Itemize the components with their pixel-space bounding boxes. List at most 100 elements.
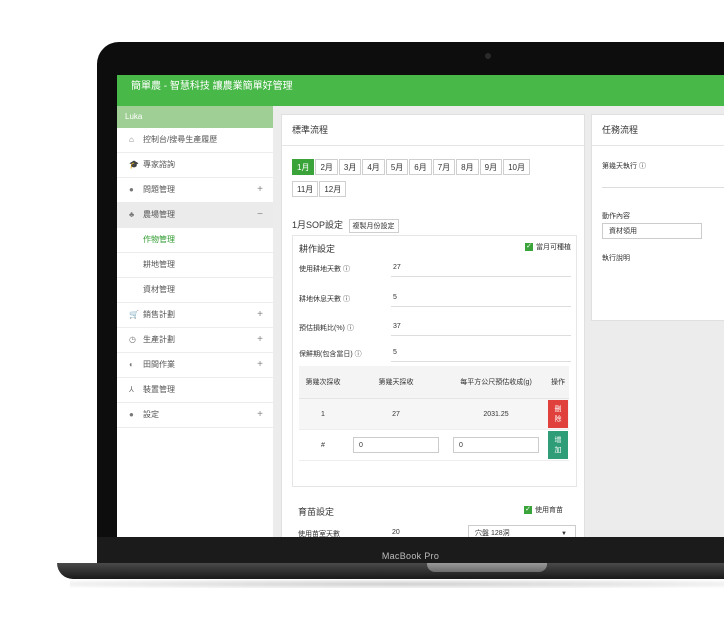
harvest-yield: 2031.25 bbox=[445, 398, 547, 430]
task-action-label: 動作內容 bbox=[602, 213, 630, 220]
graduation-cap-icon: 🎓 bbox=[129, 160, 139, 169]
sidebar-item-label: 銷售計劃 bbox=[143, 310, 175, 319]
expand-icon[interactable]: + bbox=[257, 328, 263, 352]
column-header: 每平方公尺預估收成(g) bbox=[445, 366, 547, 399]
caret-down-icon: ▼ bbox=[561, 531, 567, 537]
laptop-chin: MacBook Pro bbox=[97, 537, 724, 565]
field-value-shelf-life[interactable]: 5 bbox=[393, 349, 397, 356]
sop-title: 1月SOP設定 bbox=[292, 220, 344, 230]
add-button[interactable]: 增加 bbox=[548, 431, 568, 459]
sidebar-item-label: 生產計劃 bbox=[143, 335, 175, 344]
harvest-index: 1 bbox=[299, 398, 347, 430]
month-button-8[interactable]: 8月 bbox=[456, 159, 479, 175]
sidebar-subitem-fields[interactable]: 耕地管理 bbox=[117, 253, 273, 278]
collapse-icon[interactable]: − bbox=[257, 203, 263, 227]
expand-icon[interactable]: + bbox=[257, 303, 263, 327]
can-plant-checkbox[interactable]: ✓ 當月可種植 bbox=[525, 242, 571, 252]
sidebar-item-expert[interactable]: 🎓 專家諮詢 bbox=[117, 153, 273, 178]
divider bbox=[391, 335, 571, 336]
app-title: 簡單農 - 智慧科技 讓農業簡單好管理 bbox=[131, 81, 293, 92]
copy-month-button[interactable]: 複製月份設定 bbox=[348, 219, 399, 233]
field-label: 耕地休息天數 ⓘ bbox=[299, 296, 350, 303]
sidebar-item-fieldwork[interactable]: ◐ 田間作業 + bbox=[117, 353, 273, 378]
divider bbox=[602, 187, 724, 188]
field-value-loss-rate[interactable]: 37 bbox=[393, 323, 401, 330]
home-icon: ⌂ bbox=[129, 135, 134, 144]
month-button-6[interactable]: 6月 bbox=[409, 159, 432, 175]
device-label: MacBook Pro bbox=[381, 551, 440, 561]
checkmark-icon: ✓ bbox=[524, 506, 532, 515]
task-day-label: 第幾天執行 ⓘ bbox=[602, 163, 646, 170]
new-yield-input[interactable]: 0 bbox=[453, 437, 539, 453]
sidebar-item-label: 控制台/搜尋生產履歷 bbox=[143, 135, 218, 144]
task-action-select[interactable]: 資材領用 bbox=[602, 223, 702, 239]
use-seedling-checkbox[interactable]: ✓ 使用育苗 bbox=[524, 505, 563, 515]
month-button-5[interactable]: 5月 bbox=[385, 159, 409, 175]
expand-icon[interactable]: + bbox=[257, 353, 263, 377]
tray-select-value: 穴盤 128洞 bbox=[475, 530, 510, 537]
sprout-icon: ♣ bbox=[129, 210, 135, 219]
harvest-day: 27 bbox=[347, 398, 445, 430]
action-cell: 增加 bbox=[547, 429, 569, 461]
expand-icon[interactable]: + bbox=[257, 178, 263, 202]
month-button-7[interactable]: 7月 bbox=[432, 159, 456, 175]
sidebar-item-label: 農場管理 bbox=[143, 210, 175, 219]
sidebar-item-farm[interactable]: ♣ 農場管理 − bbox=[117, 203, 273, 228]
sidebar-item-label: 設定 bbox=[143, 410, 159, 419]
sidebar-item-dashboard[interactable]: ⌂ 控制台/搜尋生產履歷 bbox=[117, 128, 273, 153]
sidebar-item-settings[interactable]: ● 設定 + bbox=[117, 403, 273, 428]
farming-settings-title: 耕作設定 bbox=[299, 244, 336, 254]
month-selector: 1月 2月 3月 4月 5月 6月 7月 8月 9月 10月 11月 12月 bbox=[292, 157, 572, 201]
month-button-12[interactable]: 12月 bbox=[319, 181, 347, 197]
sidebar-item-production[interactable]: ◷ 生產計劃 + bbox=[117, 328, 273, 353]
month-button-10[interactable]: 10月 bbox=[503, 159, 530, 175]
sidebar-item-sales[interactable]: 🛒 銷售計劃 + bbox=[117, 303, 273, 328]
divider bbox=[391, 361, 571, 362]
expand-icon[interactable]: + bbox=[257, 403, 263, 427]
field-value-land-days[interactable]: 27 bbox=[393, 264, 401, 271]
sidebar-item-devices[interactable]: ⅄ 裝置管理 bbox=[117, 378, 273, 403]
sidebar-item-label: 裝置管理 bbox=[143, 385, 175, 394]
app-header: 簡單農 - 智慧科技 讓農業簡單好管理 bbox=[117, 75, 724, 106]
field-label: 使用耕地天數 ⓘ bbox=[299, 266, 350, 273]
new-day-input[interactable]: 0 bbox=[353, 437, 439, 453]
sidebar-subitem-materials[interactable]: 資材管理 bbox=[117, 278, 273, 303]
field-label: 保鮮期(包含當日) ⓘ bbox=[299, 351, 362, 358]
can-plant-label: 當月可種植 bbox=[536, 244, 571, 251]
harvest-table: 第幾次採收 第幾天採收 每平方公尺預估收成(g) 操作 1 27 2031.25… bbox=[299, 366, 569, 461]
month-button-11[interactable]: 11月 bbox=[292, 181, 319, 197]
divider bbox=[391, 306, 571, 307]
sidebar-item-label: 田間作業 bbox=[143, 360, 175, 369]
field-label: 預估損耗比(%) ⓘ bbox=[299, 325, 354, 332]
table-row: 1 27 2031.25 刪除 bbox=[299, 398, 569, 430]
new-day-cell: 0 bbox=[347, 429, 445, 461]
sidebar-item-label: 問題管理 bbox=[143, 185, 175, 194]
field-icon: ◐ bbox=[129, 360, 134, 369]
tray-select[interactable]: 穴盤 128洞 ▼ bbox=[468, 525, 576, 537]
laptop-base bbox=[57, 563, 724, 579]
month-button-4[interactable]: 4月 bbox=[362, 159, 385, 175]
camera-dot bbox=[485, 53, 491, 59]
seedling-days-value[interactable]: 20 bbox=[392, 529, 400, 536]
month-button-1[interactable]: 1月 bbox=[292, 159, 315, 175]
month-button-3[interactable]: 3月 bbox=[338, 159, 362, 175]
month-button-2[interactable]: 2月 bbox=[315, 159, 338, 175]
sidebar-item-issues[interactable]: ● 問題管理 + bbox=[117, 178, 273, 203]
table-row-new: # 0 0 增加 bbox=[299, 429, 569, 461]
sidebar-subitem-crops[interactable]: 作物管理 bbox=[117, 228, 273, 253]
task-flow-card: 任務流程 第幾天執行 ⓘ 動作內容 資材領用 執行說明 bbox=[591, 114, 724, 321]
sidebar-user: Luka bbox=[117, 106, 273, 128]
seedling-settings-title: 育苗設定 bbox=[298, 507, 335, 517]
task-description-label: 執行說明 bbox=[602, 255, 630, 262]
action-cell: 刪除 bbox=[547, 398, 569, 430]
column-header: 第幾次採收 bbox=[299, 366, 347, 399]
month-button-9[interactable]: 9月 bbox=[479, 159, 503, 175]
delete-button[interactable]: 刪除 bbox=[548, 400, 568, 428]
column-header: 操作 bbox=[547, 366, 569, 399]
task-flow-title: 任務流程 bbox=[592, 115, 724, 146]
screen: 簡單農 - 智慧科技 讓農業簡單好管理 Luka ⌂ 控制台/搜尋生產履歷 🎓 專家… bbox=[117, 75, 724, 537]
user-circle-icon: ● bbox=[129, 410, 134, 419]
field-value-rest-days[interactable]: 5 bbox=[393, 294, 397, 301]
column-header: 第幾天採收 bbox=[347, 366, 445, 399]
sitemap-icon: ⅄ bbox=[129, 385, 134, 394]
